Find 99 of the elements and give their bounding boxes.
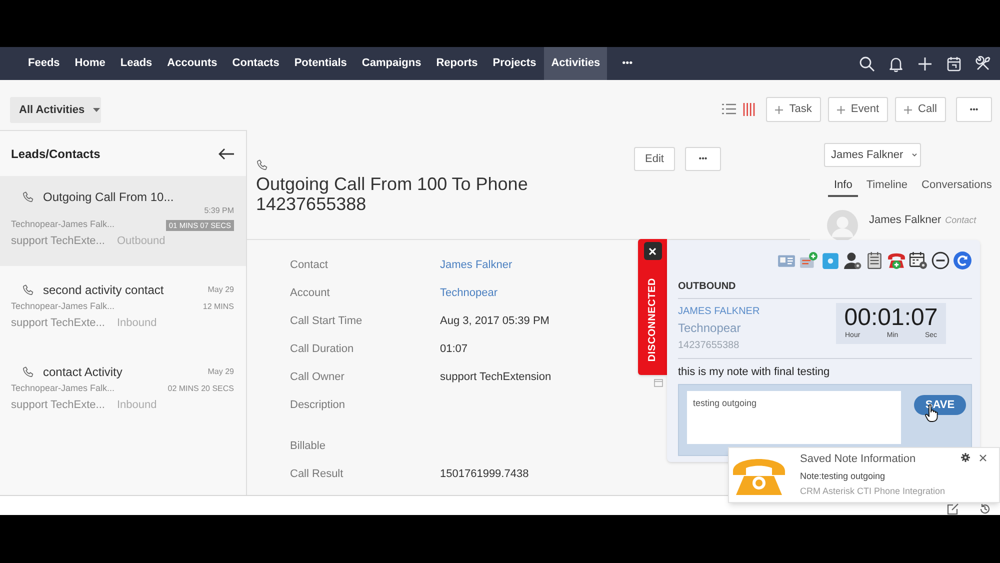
edit-button[interactable]: Edit xyxy=(634,147,675,171)
activity-direction: Inbound xyxy=(116,316,157,331)
notification-source: CRM Asterisk CTI Phone Integration xyxy=(800,485,946,497)
calendar-icon xyxy=(654,378,662,387)
field-label: Call Start Time xyxy=(290,314,364,328)
caret-down-icon xyxy=(911,153,918,157)
nav-tab[interactable]: Projects xyxy=(486,47,544,80)
activity-title: contact Activity xyxy=(43,364,122,381)
activity-title: second activity contact xyxy=(43,282,164,299)
nav-tab[interactable]: Reports xyxy=(429,47,485,80)
activity-account: Technopear-James Falk... xyxy=(11,218,115,232)
field-label: Account xyxy=(290,286,331,300)
search-icon[interactable] xyxy=(859,56,875,72)
notification-title: Saved Note Information xyxy=(800,452,917,466)
activity-owner: support TechExte... xyxy=(11,398,105,413)
history-icon[interactable] xyxy=(979,503,991,515)
nav-tab[interactable]: Accounts xyxy=(160,47,224,80)
phone-icon xyxy=(22,366,34,378)
columns-view-icon[interactable] xyxy=(743,103,756,116)
activity-account: Technopear-James Falk... xyxy=(11,300,115,314)
nav-tab[interactable]: Campaigns xyxy=(354,47,428,80)
record-title: Outgoing Call From 100 To Phone 14237655388 xyxy=(256,174,529,214)
activity-time: May 29 xyxy=(208,284,234,296)
close-button[interactable] xyxy=(644,242,662,260)
phone-icon xyxy=(256,158,268,172)
more-button[interactable]: ••• xyxy=(608,47,647,80)
toolbar-button[interactable]: Task xyxy=(766,97,821,122)
field-label: Call Duration xyxy=(290,342,355,356)
nav-tab[interactable]: Contacts xyxy=(225,47,286,80)
panel-tab[interactable]: Conversations xyxy=(916,175,998,197)
field-label: Description xyxy=(290,398,346,412)
bell-icon[interactable] xyxy=(888,56,904,72)
add-card-icon[interactable] xyxy=(799,250,818,270)
field-value: 1501761999.7438 xyxy=(440,467,529,481)
back-arrow-icon[interactable] xyxy=(218,148,234,160)
refresh-icon[interactable] xyxy=(953,250,972,270)
note-input[interactable]: testing outgoing xyxy=(687,391,901,444)
activity-time: 5:39 PM xyxy=(204,205,234,217)
activity-account: Technopear-James Falk... xyxy=(11,382,115,396)
timer-value: 00:01:07 xyxy=(844,304,938,331)
call-direction: OUTBOUND xyxy=(678,281,737,293)
nav-tab[interactable]: Leads xyxy=(113,47,160,80)
activity-duration: 02 MINS 20 SECS xyxy=(168,383,234,395)
contact-role: Contact xyxy=(945,214,976,228)
call-note: this is my note with final testing xyxy=(678,365,831,379)
field-link[interactable]: Technopear xyxy=(440,286,498,300)
list-view-icon[interactable] xyxy=(722,103,736,115)
view-filter-dropdown[interactable]: All Activities xyxy=(10,97,101,123)
minus-circle-icon[interactable] xyxy=(931,250,950,270)
field-label: Contact xyxy=(290,258,329,272)
more-button[interactable]: ••• xyxy=(685,147,721,171)
activity-owner: support TechExte... xyxy=(11,316,105,331)
settings-icon[interactable] xyxy=(961,453,970,462)
nav-tab[interactable]: Potentials xyxy=(287,47,354,80)
edit-note-icon[interactable] xyxy=(947,503,959,515)
plus-icon xyxy=(836,106,845,114)
notepad-icon[interactable] xyxy=(865,250,884,270)
panel-tab[interactable]: Info xyxy=(828,175,858,197)
field-label: Billable xyxy=(290,439,326,453)
activity-title: Outgoing Call From 10... xyxy=(43,189,174,206)
toolbar-button[interactable]: Call xyxy=(895,97,946,122)
caret-down-icon xyxy=(92,108,100,112)
activity-time: May 29 xyxy=(208,366,234,378)
plus-icon xyxy=(775,106,784,114)
activity-direction: Outbound xyxy=(116,234,166,249)
calendar-gear-icon[interactable] xyxy=(909,250,928,270)
field-label: Call Result xyxy=(290,467,344,481)
calendar-icon[interactable] xyxy=(946,56,962,72)
panel-tab[interactable]: Timeline xyxy=(860,175,914,197)
more-button[interactable]: ••• xyxy=(956,97,992,122)
nav-tab[interactable]: Feeds xyxy=(21,47,67,80)
close-icon[interactable] xyxy=(979,454,987,462)
phone-icon xyxy=(22,191,34,203)
field-value: support TechExtension xyxy=(440,370,552,384)
contact-name: James Falkner xyxy=(869,213,942,228)
user-gear-icon[interactable] xyxy=(843,250,862,270)
field-link[interactable]: James Falkner xyxy=(440,258,512,272)
tools-icon[interactable] xyxy=(975,56,991,72)
phone-number: 14237655388 xyxy=(678,339,740,352)
field-value: 01:07 xyxy=(440,342,468,356)
activity-owner: support TechExte... xyxy=(11,234,105,249)
contact-selector[interactable]: James Falkner xyxy=(824,143,921,167)
plus-icon[interactable] xyxy=(917,56,933,72)
activity-duration: 12 MINS xyxy=(202,301,234,313)
close-icon xyxy=(649,248,656,254)
activity-direction: Inbound xyxy=(116,398,157,413)
nav-tab[interactable]: Home xyxy=(68,47,112,80)
plus-icon xyxy=(904,106,912,114)
toolbar-button[interactable]: Event xyxy=(828,97,888,122)
phone-icon xyxy=(22,284,34,296)
notification-message: Note:testing outgoing xyxy=(800,470,886,482)
nav-tab[interactable]: Activities xyxy=(544,47,608,80)
field-label: Call Owner xyxy=(290,370,346,384)
field-value: Aug 3, 2017 05:39 PM xyxy=(440,314,550,328)
phone-plus-icon[interactable] xyxy=(887,250,906,270)
call-status: DISCONNECTED xyxy=(646,278,659,362)
account-name: Technopear xyxy=(678,321,742,335)
phone-icon xyxy=(731,456,787,496)
panel-title: Leads/Contacts xyxy=(11,146,100,162)
